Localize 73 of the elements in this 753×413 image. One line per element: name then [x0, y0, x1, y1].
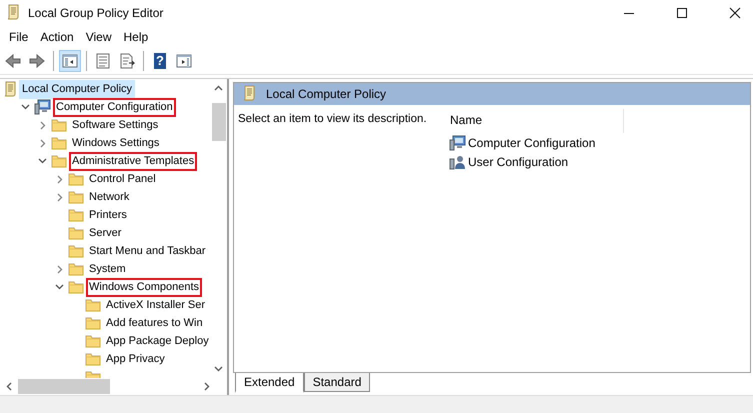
chevron-right-icon[interactable]: [56, 174, 62, 184]
forward-arrow-icon: [28, 52, 46, 70]
window-title: Local Group Policy Editor: [28, 6, 164, 20]
folder-icon: [85, 334, 101, 348]
folder-icon: [68, 226, 84, 240]
tree-item[interactable]: Control Panel: [86, 170, 159, 188]
tree-item[interactable]: Add features to Win: [103, 314, 206, 332]
list-item[interactable]: Computer Configuration: [468, 136, 596, 150]
chevron-right-icon[interactable]: [56, 264, 62, 274]
close-icon[interactable]: [729, 7, 741, 19]
chevron-right-icon[interactable]: [56, 192, 62, 202]
tree-item[interactable]: Administrative Templates: [69, 152, 198, 170]
tree-item[interactable]: Server: [86, 224, 124, 242]
menu-item[interactable]: View: [80, 30, 116, 44]
tree-item[interactable]: System: [86, 260, 129, 278]
tree-item[interactable]: Windows Components: [86, 278, 202, 296]
menu-item[interactable]: File: [4, 30, 34, 44]
scroll-left-icon[interactable]: [6, 382, 12, 391]
scroll-down-icon[interactable]: [214, 366, 223, 372]
folder-icon: [68, 244, 84, 258]
computer-icon: [449, 134, 466, 150]
folder-icon: [68, 262, 84, 276]
tree-item[interactable]: App Package Deploy: [103, 332, 210, 350]
action-pane-icon: [175, 52, 193, 70]
tree-item[interactable]: Start Menu and Taskbar: [86, 242, 209, 260]
scroll-icon: [3, 81, 17, 97]
scrollbar-thumb[interactable]: [18, 379, 110, 394]
tab[interactable]: Extended: [235, 373, 304, 393]
scroll-icon: [6, 4, 20, 20]
tree-item[interactable]: Computer Configuration: [53, 98, 176, 116]
chevron-right-icon[interactable]: [40, 138, 46, 148]
maximize-icon[interactable]: [676, 7, 688, 19]
toolbar-button[interactable]: [59, 50, 81, 72]
scroll-right-icon[interactable]: [204, 382, 210, 391]
folder-icon: [51, 136, 67, 150]
tree-item[interactable]: Printers: [86, 206, 130, 224]
help-icon: [151, 52, 169, 70]
description-text: Select an item to view its description.: [237, 112, 428, 127]
chevron-down-icon[interactable]: [38, 158, 47, 164]
chevron-down-icon[interactable]: [21, 104, 30, 110]
tab[interactable]: Standard: [304, 373, 370, 392]
export-list-icon: [118, 52, 136, 70]
folder-icon: [68, 190, 84, 204]
menu-item[interactable]: Help: [118, 30, 154, 44]
scroll-up-icon[interactable]: [214, 85, 223, 91]
tree-item[interactable]: App Privacy: [103, 350, 168, 368]
folder-icon: [85, 298, 101, 312]
properties-icon: [94, 52, 112, 70]
column-header[interactable]: Name: [444, 109, 624, 133]
computer-icon: [34, 99, 51, 115]
tree-item[interactable]: Network: [86, 188, 132, 206]
folder-icon: [51, 118, 67, 132]
folder-icon: [85, 352, 101, 366]
folder-icon: [85, 316, 101, 330]
tree-item[interactable]: ActiveX Installer Ser: [103, 296, 208, 314]
toolbar-button[interactable]: ?: [149, 50, 171, 72]
pane-title: Local Computer Policy: [266, 87, 386, 101]
tree-item[interactable]: Local Computer Policy: [19, 80, 136, 98]
menu-item[interactable]: Action: [35, 30, 79, 44]
list-item[interactable]: User Configuration: [468, 154, 568, 168]
chevron-down-icon[interactable]: [55, 284, 64, 290]
tree-item[interactable]: Software Settings: [69, 116, 162, 134]
tree-item[interactable]: Windows Settings: [69, 134, 162, 152]
console-tree-icon: [61, 52, 79, 70]
folder-icon: [68, 280, 84, 294]
folder-icon: [51, 154, 67, 168]
user-icon: [449, 154, 466, 170]
scrollbar-thumb[interactable]: [212, 103, 226, 141]
back-arrow-icon: [4, 52, 22, 70]
chevron-right-icon[interactable]: [40, 120, 46, 130]
folder-icon: [68, 208, 84, 222]
folder-icon: [68, 172, 84, 186]
scroll-icon: [242, 84, 256, 100]
